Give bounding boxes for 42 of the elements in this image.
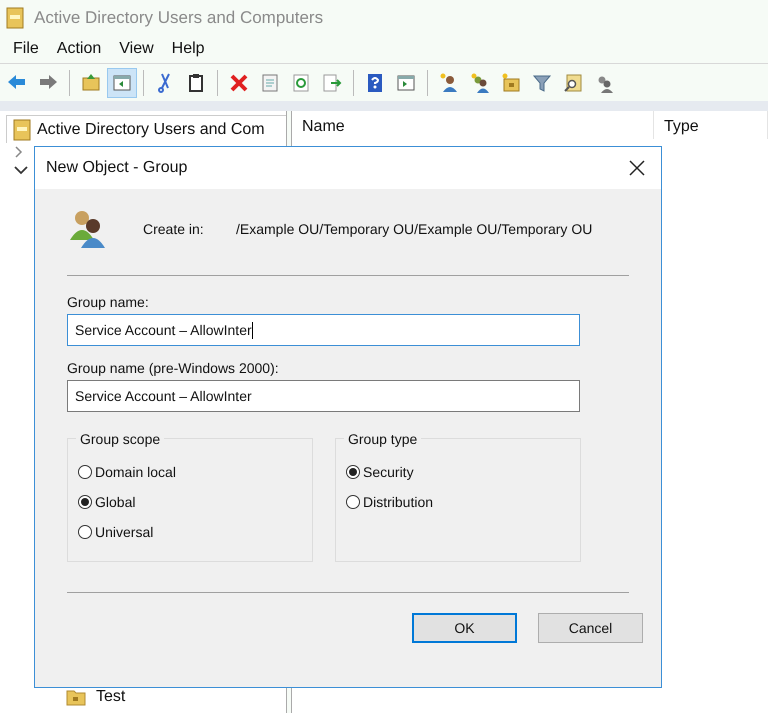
dialog-button[interactable]: OK (412, 613, 517, 643)
dialog-title: New Object - Group (46, 158, 188, 178)
radio-label: Domain local (95, 462, 176, 482)
radio-button[interactable] (78, 525, 92, 539)
find-icon (562, 72, 584, 94)
collapse-chevron-icon[interactable] (14, 165, 28, 175)
column-header[interactable]: Name (292, 111, 654, 139)
field-label: Group name (pre-Windows 2000): (67, 358, 280, 378)
menu-item[interactable]: Help (162, 37, 214, 61)
dialog-button[interactable]: Cancel (538, 613, 643, 643)
radio-label: Global (95, 492, 136, 512)
expand-chevron-icon[interactable] (14, 145, 24, 159)
radio-label: Distribution (363, 492, 434, 512)
new-user-icon (438, 72, 460, 94)
tree-item[interactable]: Active Directory Users and Com (37, 118, 265, 142)
folder-icon (66, 688, 86, 706)
radio-label: Security (363, 462, 414, 482)
close-button[interactable] (627, 158, 647, 178)
radio-label: Universal (95, 522, 154, 542)
text-field[interactable]: Service Account – AllowInter (67, 380, 580, 412)
menu-item[interactable]: Action (48, 37, 110, 61)
directory-icon (13, 118, 31, 140)
radio-button[interactable] (346, 495, 360, 509)
export-icon (321, 72, 343, 94)
column-header[interactable]: Type (654, 111, 768, 139)
radio-button[interactable] (346, 465, 360, 479)
app-icon (6, 6, 24, 28)
tree-item[interactable]: Test (96, 685, 126, 709)
close-icon (629, 160, 645, 176)
field-label: Group name: (67, 292, 150, 312)
radio-button[interactable] (78, 495, 92, 509)
radio-button[interactable] (78, 465, 92, 479)
menu-item[interactable]: File (4, 37, 48, 61)
new-group-icon (469, 72, 491, 94)
folder-up-icon (80, 72, 102, 94)
menu-item[interactable]: View (110, 37, 163, 61)
window-title: Active Directory Users and Computers (34, 6, 324, 29)
create-in-path: /Example OU/Temporary OU/Example OU/Temporary OU (236, 220, 592, 239)
create-in-label: Create in: (143, 220, 205, 238)
text-field[interactable]: Service Account – AllowInter (67, 314, 580, 346)
toolbar-button[interactable] (107, 68, 137, 98)
delete-icon (228, 72, 250, 94)
